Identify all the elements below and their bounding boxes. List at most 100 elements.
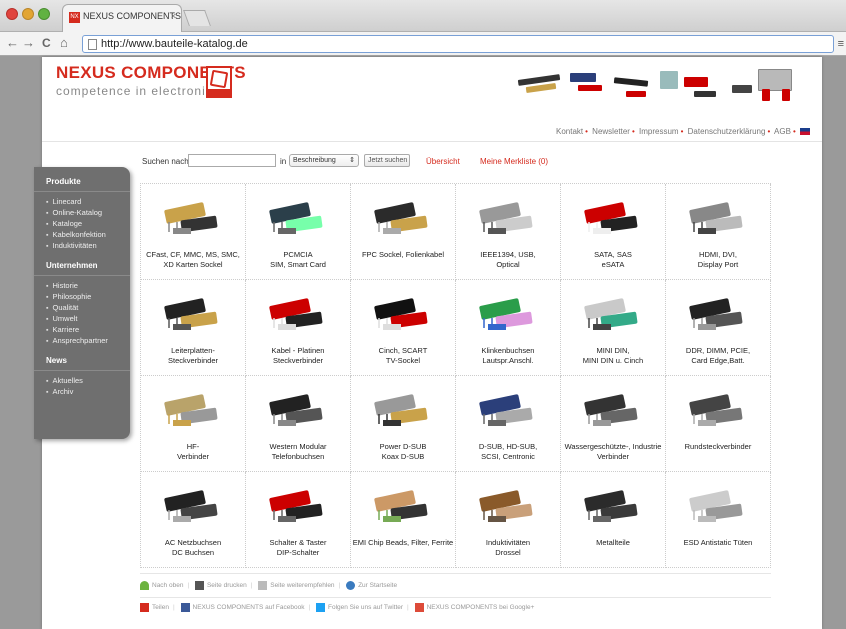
footer-recommend-link[interactable]: Seite weiterempfehlen — [270, 582, 334, 589]
dsub-product-image[interactable] — [470, 384, 546, 436]
pcmcia-product-image[interactable] — [260, 192, 336, 244]
footer-share-link[interactable]: Teilen — [152, 604, 169, 611]
category-cinch[interactable]: Cinch, SCART TV-Sockel — [351, 280, 456, 376]
english-flag-icon[interactable] — [800, 128, 810, 136]
footer-print-link[interactable]: Seite drucken — [207, 582, 247, 589]
category-cable-connector[interactable]: Kabel - Platinen Steckverbinder — [246, 280, 351, 376]
forward-arrow-icon[interactable]: → — [22, 35, 35, 50]
category-caption[interactable]: EMI Chip Beads, Filter, Ferrite — [351, 538, 455, 548]
category-caption[interactable]: IEEE1394, USB, Optical — [456, 250, 560, 270]
reload-icon[interactable]: C — [42, 36, 51, 50]
category-emi[interactable]: EMI Chip Beads, Filter, Ferrite — [351, 472, 456, 568]
category-caption[interactable]: SATA, SAS eSATA — [561, 250, 665, 270]
search-field-select[interactable]: Beschreibung ⇕ — [289, 154, 359, 167]
home-icon[interactable]: ⌂ — [60, 35, 68, 50]
footer-home-link[interactable]: Zur Startseite — [358, 582, 397, 589]
category-caption[interactable]: Metallteile — [561, 538, 665, 548]
category-jack[interactable]: Klinkenbuchsen Lautspr.Anschl. — [456, 280, 561, 376]
browser-tab[interactable]: NX NEXUS COMPONENTS – Onli × — [62, 4, 182, 32]
inductor-product-image[interactable] — [470, 480, 546, 532]
category-caption[interactable]: Klinkenbuchsen Lautspr.Anschl. — [456, 346, 560, 366]
cf-card-product-image[interactable] — [155, 192, 231, 244]
category-ddr[interactable]: DDR, DIMM, PCIE, Card Edge,Batt. — [666, 280, 771, 376]
switch-product-image[interactable] — [260, 480, 336, 532]
category-caption[interactable]: Rundsteckverbinder — [666, 442, 770, 452]
watchlist-link[interactable]: Meine Merkliste (0) — [480, 157, 548, 166]
sidebar-item-umwelt[interactable]: Umwelt — [34, 313, 130, 324]
category-fpc[interactable]: FPC Sockel, Folienkabel — [351, 184, 456, 280]
sidebar-item-historie[interactable]: Historie — [34, 280, 130, 291]
category-circular[interactable]: Rundsteckverbinder — [666, 376, 771, 472]
category-cf-card[interactable]: CFast, CF, MMC, MS, SMC, XD Karten Socke… — [141, 184, 246, 280]
metal-parts-product-image[interactable] — [575, 480, 651, 532]
link-agb[interactable]: AGB — [774, 127, 791, 136]
ddr-product-image[interactable] — [680, 288, 756, 340]
category-pcmcia[interactable]: PCMCIA SIM, Smart Card — [246, 184, 351, 280]
close-window-button[interactable] — [6, 8, 18, 20]
category-mini-din[interactable]: MINI DIN, MINI DIN u. Cinch — [561, 280, 666, 376]
category-metal-parts[interactable]: Metallteile — [561, 472, 666, 568]
logo-emblem-icon[interactable] — [206, 66, 232, 98]
link-newsletter[interactable]: Newsletter — [592, 127, 630, 136]
mini-din-product-image[interactable] — [575, 288, 651, 340]
category-caption[interactable]: Wassergeschützte-, Industrie Verbinder — [561, 442, 665, 462]
link-datenschutz[interactable]: Datenschutzerklärung — [688, 127, 766, 136]
category-dsub[interactable]: D-SUB, HD-SUB, SCSI, Centronic — [456, 376, 561, 472]
waterproof-product-image[interactable] — [575, 384, 651, 436]
search-input[interactable] — [188, 154, 276, 167]
back-arrow-icon[interactable]: ← — [6, 35, 19, 50]
sidebar-item-karriere[interactable]: Karriere — [34, 324, 130, 335]
western-modular-product-image[interactable] — [260, 384, 336, 436]
link-impressum[interactable]: Impressum — [639, 127, 679, 136]
sidebar-item-aktuelles[interactable]: Aktuelles — [34, 375, 130, 386]
category-ac-socket[interactable]: AC Netzbuchsen DC Buchsen — [141, 472, 246, 568]
category-caption[interactable]: Induktivitäten Drossel — [456, 538, 560, 558]
menu-icon[interactable]: ≡ — [838, 38, 844, 50]
ac-socket-product-image[interactable] — [155, 480, 231, 532]
new-tab-button[interactable] — [183, 10, 211, 26]
tab-close-icon[interactable]: × — [171, 11, 176, 21]
category-power-dsub[interactable]: Power D-SUB Koax D-SUB — [351, 376, 456, 472]
category-switch[interactable]: Schalter & Taster DIP-Schalter — [246, 472, 351, 568]
category-esd-bag[interactable]: ESD Antistatic Tüten — [666, 472, 771, 568]
category-caption[interactable]: FPC Sockel, Folienkabel — [351, 250, 455, 260]
zoom-window-button[interactable] — [38, 8, 50, 20]
category-caption[interactable]: CFast, CF, MMC, MS, SMC, XD Karten Socke… — [141, 250, 245, 270]
category-sata[interactable]: SATA, SAS eSATA — [561, 184, 666, 280]
category-caption[interactable]: AC Netzbuchsen DC Buchsen — [141, 538, 245, 558]
cinch-product-image[interactable] — [365, 288, 441, 340]
sidebar-item-archiv[interactable]: Archiv — [34, 386, 130, 397]
sidebar-item-induktivitaeten[interactable]: Induktivitäten — [34, 240, 130, 251]
category-hdmi[interactable]: HDMI, DVI, Display Port — [666, 184, 771, 280]
category-caption[interactable]: HF- Verbinder — [141, 442, 245, 462]
pcb-connector-product-image[interactable] — [155, 288, 231, 340]
search-button[interactable]: Jetzt suchen — [364, 154, 410, 167]
sidebar-item-online-katalog[interactable]: Online-Katalog — [34, 207, 130, 218]
category-hf[interactable]: HF- Verbinder — [141, 376, 246, 472]
footer-googleplus-link[interactable]: NEXUS COMPONENTS bei Google+ — [427, 604, 535, 611]
circular-product-image[interactable] — [680, 384, 756, 436]
category-caption[interactable]: DDR, DIMM, PCIE, Card Edge,Batt. — [666, 346, 770, 366]
category-ieee1394[interactable]: IEEE1394, USB, Optical — [456, 184, 561, 280]
cable-connector-product-image[interactable] — [260, 288, 336, 340]
category-caption[interactable]: Western Modular Telefonbuchsen — [246, 442, 350, 462]
category-caption[interactable]: Cinch, SCART TV-Sockel — [351, 346, 455, 366]
category-caption[interactable]: Power D-SUB Koax D-SUB — [351, 442, 455, 462]
sidebar-item-philosophie[interactable]: Philosophie — [34, 291, 130, 302]
power-dsub-product-image[interactable] — [365, 384, 441, 436]
sidebar-item-qualitaet[interactable]: Qualität — [34, 302, 130, 313]
category-caption[interactable]: D-SUB, HD-SUB, SCSI, Centronic — [456, 442, 560, 462]
sidebar-item-ansprechpartner[interactable]: Ansprechpartner — [34, 335, 130, 346]
category-western-modular[interactable]: Western Modular Telefonbuchsen — [246, 376, 351, 472]
ieee1394-product-image[interactable] — [470, 192, 546, 244]
category-caption[interactable]: MINI DIN, MINI DIN u. Cinch — [561, 346, 665, 366]
overview-link[interactable]: Übersicht — [426, 157, 460, 166]
category-caption[interactable]: Kabel - Platinen Steckverbinder — [246, 346, 350, 366]
category-caption[interactable]: Schalter & Taster DIP-Schalter — [246, 538, 350, 558]
category-inductor[interactable]: Induktivitäten Drossel — [456, 472, 561, 568]
minimize-window-button[interactable] — [22, 8, 34, 20]
fpc-product-image[interactable] — [365, 192, 441, 244]
jack-product-image[interactable] — [470, 288, 546, 340]
footer-twitter-link[interactable]: Folgen Sie uns auf Twitter — [328, 604, 403, 611]
sidebar-heading-news[interactable]: News — [34, 352, 130, 371]
